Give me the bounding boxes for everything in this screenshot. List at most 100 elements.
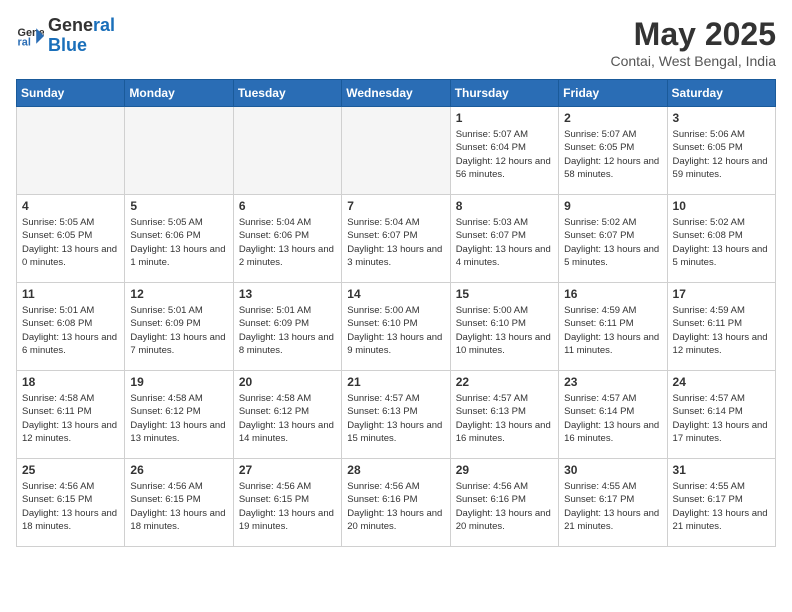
day-number: 8 (456, 199, 553, 213)
cell-info: Sunrise: 4:56 AMSunset: 6:16 PMDaylight:… (347, 480, 444, 533)
calendar-cell: 1 Sunrise: 5:07 AMSunset: 6:04 PMDaylight… (450, 107, 558, 195)
title-area: May 2025 Contai, West Bengal, India (610, 16, 776, 69)
calendar-cell: 13Sunrise: 5:01 AMSunset: 6:09 PMDayligh… (233, 283, 341, 371)
day-number: 18 (22, 375, 119, 389)
day-number: 9 (564, 199, 661, 213)
header-cell-wednesday: Wednesday (342, 80, 450, 107)
calendar-cell: 4 Sunrise: 5:05 AMSunset: 6:05 PMDaylight… (17, 195, 125, 283)
calendar-cell: 22 Sunrise: 4:57 AMSunset: 6:13 PMDayligh… (450, 371, 558, 459)
day-number: 29 (456, 463, 553, 477)
cell-info: Sunrise: 5:02 AMSunset: 6:08 PMDaylight:… (673, 216, 770, 269)
day-number: 22 (456, 375, 553, 389)
cell-info: Sunrise: 4:58 AMSunset: 6:12 PMDaylight:… (239, 392, 336, 445)
header-cell-friday: Friday (559, 80, 667, 107)
week-row-4: 18Sunrise: 4:58 AMSunset: 6:11 PMDayligh… (17, 371, 776, 459)
cell-info: Sunrise: 4:59 AMSunset: 6:11 PMDaylight:… (673, 304, 770, 357)
calendar-cell: 31 Sunrise: 4:55 AMSunset: 6:17 PMDayligh… (667, 459, 775, 547)
calendar-cell: 7 Sunrise: 5:04 AMSunset: 6:07 PMDaylight… (342, 195, 450, 283)
header-cell-thursday: Thursday (450, 80, 558, 107)
calendar-cell: 11Sunrise: 5:01 AMSunset: 6:08 PMDayligh… (17, 283, 125, 371)
cell-info: Sunrise: 4:56 AMSunset: 6:15 PMDaylight:… (22, 480, 119, 533)
day-number: 30 (564, 463, 661, 477)
calendar-cell: 30 Sunrise: 4:55 AMSunset: 6:17 PMDayligh… (559, 459, 667, 547)
day-number: 4 (22, 199, 119, 213)
cell-info: Sunrise: 4:57 AMSunset: 6:13 PMDaylight:… (347, 392, 444, 445)
calendar-cell: 16 Sunrise: 4:59 AMSunset: 6:11 PMDayligh… (559, 283, 667, 371)
calendar-cell: 17Sunrise: 4:59 AMSunset: 6:11 PMDayligh… (667, 283, 775, 371)
cell-info: Sunrise: 4:55 AMSunset: 6:17 PMDaylight:… (673, 480, 770, 533)
header: Gene ral General Blue May 2025 Contai, W… (16, 16, 776, 69)
day-number: 24 (673, 375, 770, 389)
day-number: 19 (130, 375, 227, 389)
cell-info: Sunrise: 4:57 AMSunset: 6:14 PMDaylight:… (564, 392, 661, 445)
calendar-cell: 28 Sunrise: 4:56 AMSunset: 6:16 PMDayligh… (342, 459, 450, 547)
calendar-cell: 5Sunrise: 5:05 AMSunset: 6:06 PMDaylight… (125, 195, 233, 283)
header-cell-sunday: Sunday (17, 80, 125, 107)
day-number: 14 (347, 287, 444, 301)
day-number: 7 (347, 199, 444, 213)
calendar-cell: 9Sunrise: 5:02 AMSunset: 6:07 PMDaylight… (559, 195, 667, 283)
day-number: 16 (564, 287, 661, 301)
calendar-cell (125, 107, 233, 195)
day-number: 23 (564, 375, 661, 389)
week-row-2: 4 Sunrise: 5:05 AMSunset: 6:05 PMDaylight… (17, 195, 776, 283)
day-number: 3 (673, 111, 770, 125)
location: Contai, West Bengal, India (610, 53, 776, 69)
cell-info: Sunrise: 4:57 AMSunset: 6:13 PMDaylight:… (456, 392, 553, 445)
calendar-cell: 27 Sunrise: 4:56 AMSunset: 6:15 PMDayligh… (233, 459, 341, 547)
day-number: 28 (347, 463, 444, 477)
day-number: 31 (673, 463, 770, 477)
calendar-cell: 20 Sunrise: 4:58 AMSunset: 6:12 PMDayligh… (233, 371, 341, 459)
header-cell-tuesday: Tuesday (233, 80, 341, 107)
cell-info: Sunrise: 5:05 AMSunset: 6:05 PMDaylight:… (22, 216, 119, 269)
cell-info: Sunrise: 5:06 AMSunset: 6:05 PMDaylight:… (673, 128, 770, 181)
week-row-1: 1 Sunrise: 5:07 AMSunset: 6:04 PMDaylight… (17, 107, 776, 195)
calendar-cell: 26 Sunrise: 4:56 AMSunset: 6:15 PMDayligh… (125, 459, 233, 547)
cell-info: Sunrise: 5:07 AMSunset: 6:05 PMDaylight:… (564, 128, 661, 181)
cell-info: Sunrise: 4:55 AMSunset: 6:17 PMDaylight:… (564, 480, 661, 533)
day-number: 27 (239, 463, 336, 477)
header-cell-monday: Monday (125, 80, 233, 107)
cell-info: Sunrise: 4:57 AMSunset: 6:14 PMDaylight:… (673, 392, 770, 445)
cell-info: Sunrise: 5:04 AMSunset: 6:07 PMDaylight:… (347, 216, 444, 269)
logo-line1: General (48, 16, 115, 36)
day-number: 12 (130, 287, 227, 301)
cell-info: Sunrise: 5:03 AMSunset: 6:07 PMDaylight:… (456, 216, 553, 269)
calendar-cell: 15Sunrise: 5:00 AMSunset: 6:10 PMDayligh… (450, 283, 558, 371)
cell-info: Sunrise: 5:00 AMSunset: 6:10 PMDaylight:… (347, 304, 444, 357)
calendar-cell: 12Sunrise: 5:01 AMSunset: 6:09 PMDayligh… (125, 283, 233, 371)
calendar-cell: 3 Sunrise: 5:06 AMSunset: 6:05 PMDaylight… (667, 107, 775, 195)
week-row-5: 25 Sunrise: 4:56 AMSunset: 6:15 PMDayligh… (17, 459, 776, 547)
calendar-cell: 2 Sunrise: 5:07 AMSunset: 6:05 PMDaylight… (559, 107, 667, 195)
day-number: 6 (239, 199, 336, 213)
cell-info: Sunrise: 5:04 AMSunset: 6:06 PMDaylight:… (239, 216, 336, 269)
day-number: 21 (347, 375, 444, 389)
day-number: 2 (564, 111, 661, 125)
header-cell-saturday: Saturday (667, 80, 775, 107)
day-number: 20 (239, 375, 336, 389)
cell-info: Sunrise: 5:01 AMSunset: 6:08 PMDaylight:… (22, 304, 119, 357)
calendar-cell: 8 Sunrise: 5:03 AMSunset: 6:07 PMDaylight… (450, 195, 558, 283)
calendar-table: SundayMondayTuesdayWednesdayThursdayFrid… (16, 79, 776, 547)
day-number: 25 (22, 463, 119, 477)
cell-info: Sunrise: 5:07 AMSunset: 6:04 PMDaylight:… (456, 128, 553, 181)
calendar-cell: 10Sunrise: 5:02 AMSunset: 6:08 PMDayligh… (667, 195, 775, 283)
calendar-cell (233, 107, 341, 195)
calendar-cell (342, 107, 450, 195)
cell-info: Sunrise: 4:59 AMSunset: 6:11 PMDaylight:… (564, 304, 661, 357)
day-number: 1 (456, 111, 553, 125)
logo-line2: Blue (48, 36, 115, 56)
day-number: 13 (239, 287, 336, 301)
day-number: 26 (130, 463, 227, 477)
calendar-cell: 6 Sunrise: 5:04 AMSunset: 6:06 PMDaylight… (233, 195, 341, 283)
calendar-cell: 23 Sunrise: 4:57 AMSunset: 6:14 PMDayligh… (559, 371, 667, 459)
calendar-cell: 29Sunrise: 4:56 AMSunset: 6:16 PMDayligh… (450, 459, 558, 547)
cell-info: Sunrise: 4:56 AMSunset: 6:15 PMDaylight:… (239, 480, 336, 533)
calendar-cell: 14 Sunrise: 5:00 AMSunset: 6:10 PMDayligh… (342, 283, 450, 371)
cell-info: Sunrise: 4:56 AMSunset: 6:15 PMDaylight:… (130, 480, 227, 533)
svg-text:ral: ral (18, 36, 31, 48)
calendar-cell (17, 107, 125, 195)
week-row-3: 11Sunrise: 5:01 AMSunset: 6:08 PMDayligh… (17, 283, 776, 371)
calendar-cell: 25 Sunrise: 4:56 AMSunset: 6:15 PMDayligh… (17, 459, 125, 547)
cell-info: Sunrise: 4:58 AMSunset: 6:12 PMDaylight:… (130, 392, 227, 445)
